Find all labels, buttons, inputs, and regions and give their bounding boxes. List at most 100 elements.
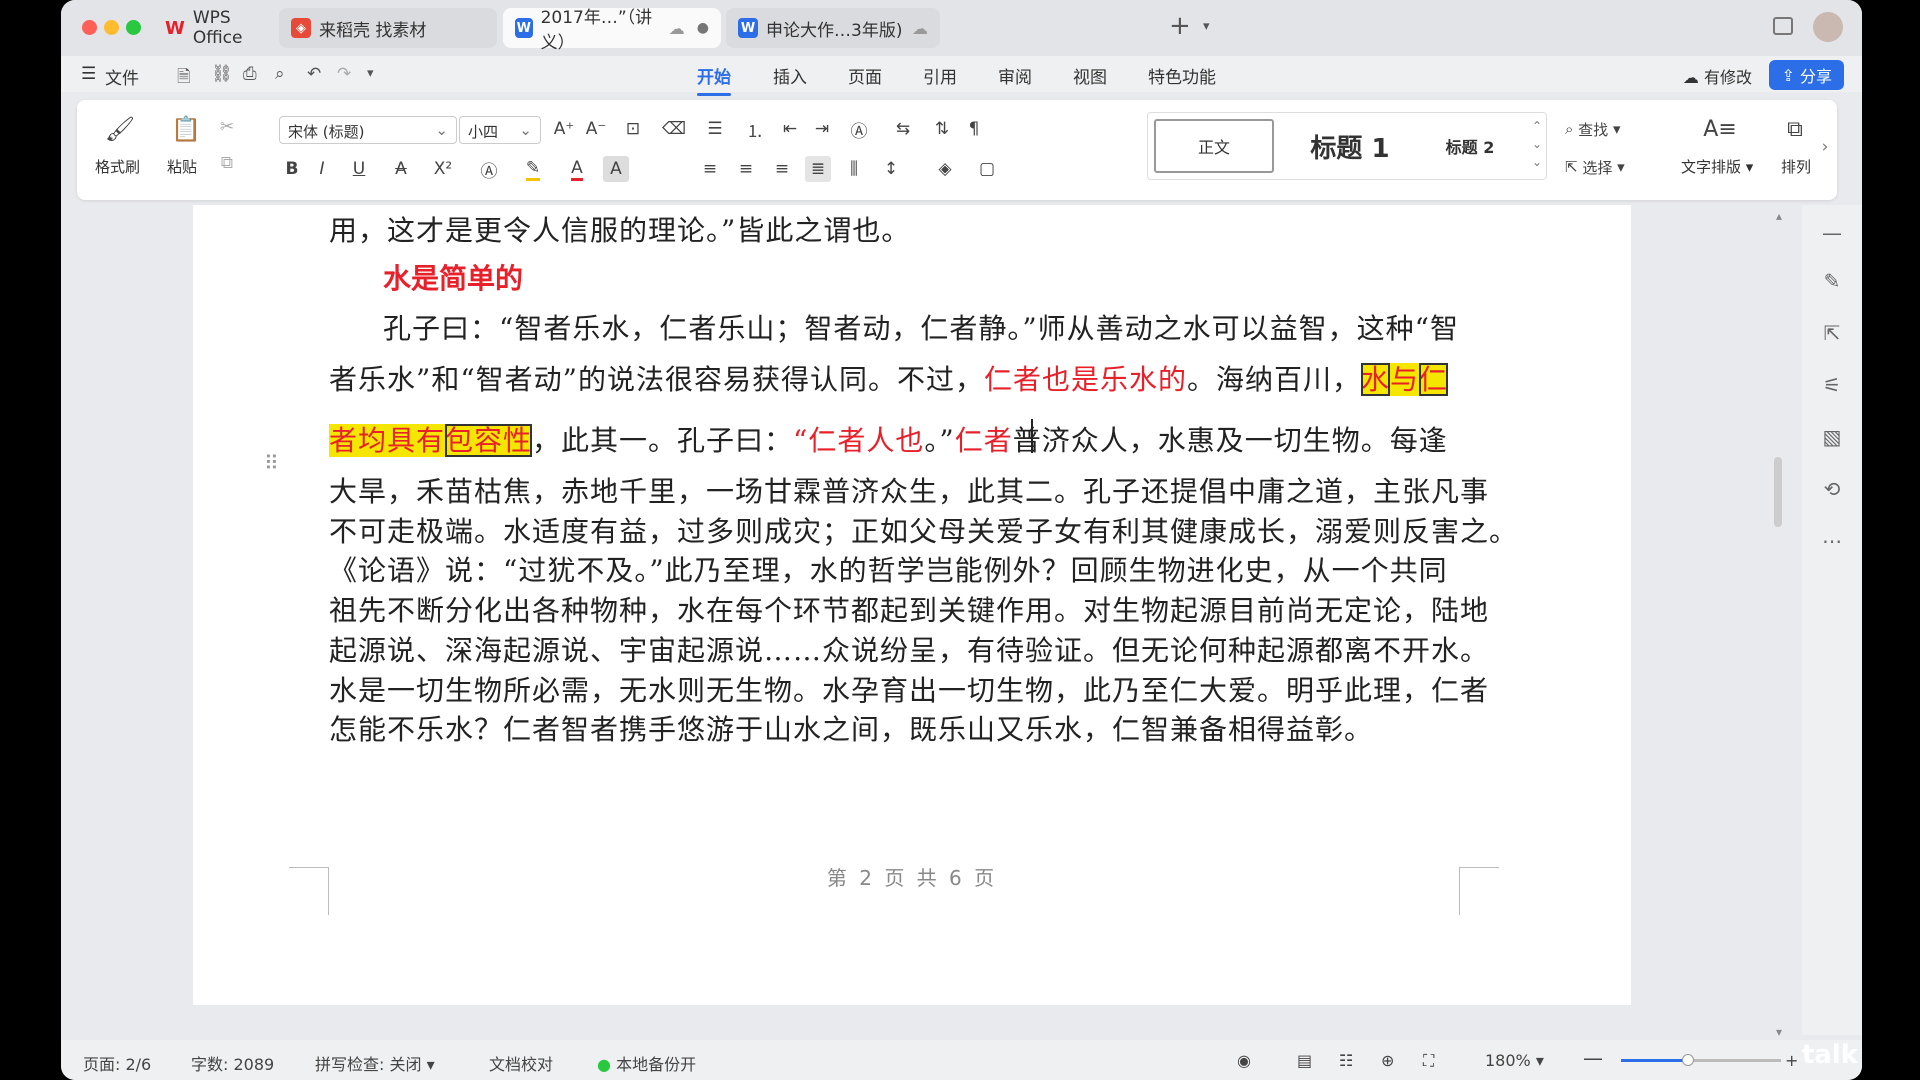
text-layout-button[interactable]: 文字排版 ▾ [1681,156,1753,177]
drag-handle-icon[interactable]: ⠿ [264,451,279,475]
file-menu[interactable]: 文件 [105,64,139,89]
format-painter-button[interactable]: 格式刷 [95,156,140,177]
cut-icon[interactable]: ✂ [215,114,239,140]
italic-icon[interactable]: I [309,156,335,182]
collapse-icon[interactable]: — [1818,219,1846,247]
numbered-list-icon[interactable]: ⒈ [737,116,773,142]
text-effect-icon[interactable]: ⊡ [615,116,651,142]
tab-review[interactable]: 审阅 [998,63,1032,88]
tab-page[interactable]: 页面 [848,63,882,88]
increase-indent-icon[interactable]: ⇥ [809,116,835,142]
sidebar-toggle-icon[interactable] [1773,17,1793,35]
proofread-button[interactable]: 文档校对 [489,1051,553,1075]
clear-format-icon[interactable]: ⌫ [661,116,687,142]
redo-icon[interactable]: ↷ [337,64,351,84]
highlight-icon[interactable]: ✎ [515,156,551,182]
spell-check-status[interactable]: 拼写检查: 关闭 ▾ [315,1051,435,1075]
link-icon[interactable]: ⛓ [211,64,233,84]
zoom-slider-knob[interactable] [1682,1054,1695,1066]
text-direction-icon[interactable]: Ⓐ [841,116,877,142]
border-icon[interactable]: ▢ [969,156,1005,182]
font-size-select[interactable]: 小四 ⌄ [459,116,541,144]
arrange-icon[interactable]: ⧉ [1785,114,1805,144]
zoom-out-icon[interactable]: — [1583,1046,1603,1070]
history-icon[interactable]: ⟲ [1818,475,1846,503]
style-normal[interactable]: 正文 [1154,119,1274,173]
zoom-level[interactable]: 180% ▾ [1485,1051,1544,1070]
page-indicator[interactable]: 页面: 2/6 [83,1051,151,1075]
page-view-icon[interactable]: ▤ [1297,1051,1312,1070]
font-color-icon[interactable]: A [559,156,595,182]
tab-wps-office[interactable]: W WPS Office [153,8,273,48]
zoom-slider[interactable] [1621,1054,1781,1066]
select-button[interactable]: ⇱ 选择 ▾ [1565,154,1645,180]
eye-icon[interactable]: ◉ [1237,1051,1251,1070]
adjust-icon[interactable]: ⚟ [1818,371,1846,399]
backup-status[interactable]: ● 本地备份开 [597,1051,696,1075]
underline-icon[interactable]: U [341,156,377,182]
paste-icon[interactable]: 📋 [171,114,201,144]
save-icon[interactable]: 🗎 [177,64,191,93]
cursor-icon[interactable]: ⇱ [1818,319,1846,347]
ribbon-scroll-right-icon[interactable]: › [1817,134,1833,160]
tab-special-features[interactable]: 特色功能 [1148,63,1216,88]
undo-icon[interactable]: ↶ [307,64,321,84]
tab-second-doc[interactable]: W 申论大作…3年版) ☁ [726,8,940,48]
print-preview-icon[interactable]: ⌕ [275,64,285,84]
style-heading-1[interactable]: 标题 1 [1280,119,1420,173]
tab-docer[interactable]: ◈ 来稻壳 找素材 [279,8,497,48]
more-icon[interactable]: ⋯ [1818,527,1846,555]
word-count[interactable]: 字数: 2089 [191,1051,274,1075]
share-button[interactable]: ⇪ 分享 [1769,60,1844,90]
web-view-icon[interactable]: ⊕ [1381,1051,1394,1070]
image-tool-icon[interactable]: ▧ [1818,423,1846,451]
increase-font-icon[interactable]: A⁺ [551,116,577,142]
fit-page-icon[interactable]: ⛶ [1423,1051,1434,1071]
vertical-scrollbar[interactable] [1774,457,1782,527]
modify-status[interactable]: ☁ 有修改 [1683,64,1752,88]
chinese-layout-icon[interactable]: ⇆ [885,116,921,142]
chevron-down-icon[interactable]: ▾ [367,66,374,81]
arrange-button[interactable]: 排列 [1781,156,1811,177]
font-family-select[interactable]: 宋体 (标题) ⌄ [279,116,457,144]
scroll-down-icon[interactable]: ▾ [1776,1025,1782,1039]
show-marks-icon[interactable]: ¶ [961,116,987,142]
bullet-list-icon[interactable]: ☰ [697,116,733,142]
decrease-indent-icon[interactable]: ⇤ [777,116,803,142]
bold-icon[interactable]: B [279,156,305,182]
shading-icon[interactable]: ◈ [927,156,963,182]
new-tab-button[interactable]: + [1169,11,1191,41]
align-center-icon[interactable]: ≡ [733,156,759,182]
close-window-button[interactable] [82,20,97,35]
tab-view[interactable]: 视图 [1073,63,1107,88]
distribute-icon[interactable]: ⫼ [841,156,867,182]
tab-references[interactable]: 引用 [923,63,957,88]
line-spacing-icon[interactable]: ↕ [873,156,909,182]
outline-view-icon[interactable]: ☷ [1339,1051,1353,1070]
find-button[interactable]: ⌕ 查找 ▾ [1565,116,1645,142]
pen-icon[interactable]: ✎ [1818,267,1846,295]
print-icon[interactable]: ⎙ [243,64,257,84]
chevron-down-icon[interactable]: ▾ [1203,19,1210,34]
copy-icon[interactable]: ⧉ [215,150,239,176]
scroll-up-icon[interactable]: ▴ [1776,209,1782,223]
tab-insert[interactable]: 插入 [773,63,807,88]
zoom-in-icon[interactable]: + [1785,1051,1798,1070]
avatar[interactable] [1813,12,1843,42]
styles-scroll-icon[interactable]: ⌃ ⌄ ⌄ [1532,117,1542,171]
zoom-window-button[interactable] [126,20,141,35]
tab-home[interactable]: 开始 [697,63,731,96]
document-page[interactable]: 用，这才是更令人信服的理论。”皆此之谓也。 水是简单的 孔子曰：“智者乐水，仁者… [193,205,1631,1005]
justify-icon[interactable]: ≣ [805,156,831,182]
sort-icon[interactable]: ⇅ [929,116,955,142]
minimize-window-button[interactable] [104,20,119,35]
text-effects-icon[interactable]: Ⓐ [471,156,507,182]
style-heading-2[interactable]: 标题 2 [1420,119,1520,173]
strikethrough-icon[interactable]: A [383,156,419,182]
superscript-icon[interactable]: X² [425,156,461,182]
char-shading-icon[interactable]: A [603,156,629,182]
format-painter-icon[interactable]: 🖌 [105,114,135,144]
decrease-font-icon[interactable]: A⁻ [583,116,609,142]
align-right-icon[interactable]: ≡ [769,156,795,182]
hamburger-icon[interactable]: ☰ [81,64,96,84]
